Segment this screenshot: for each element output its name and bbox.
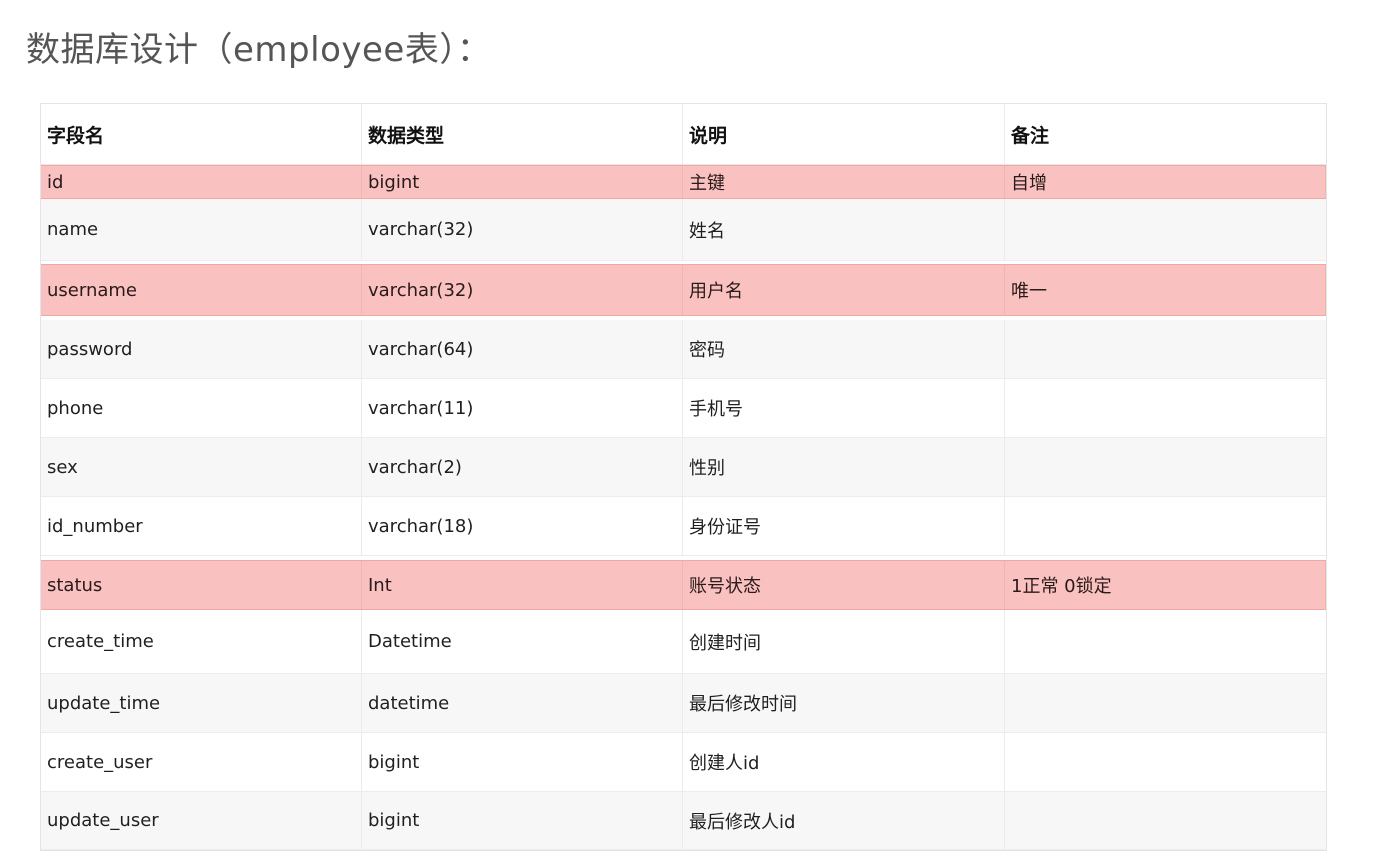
cell-field: id: [41, 166, 362, 198]
cell-note: 唯一: [1005, 265, 1326, 315]
cell-note: 1正常 0锁定: [1005, 561, 1326, 609]
cell-note: [1005, 497, 1326, 555]
cell-desc: 性别: [683, 438, 1005, 496]
page-title: 数据库设计（employee表）：: [26, 30, 492, 70]
cell-type: Datetime: [362, 610, 683, 673]
cell-field: phone: [41, 379, 362, 437]
cell-field: create_time: [41, 610, 362, 673]
table-row: create_user bigint 创建人id: [41, 733, 1326, 792]
cell-field: id_number: [41, 497, 362, 555]
cell-field: name: [41, 199, 362, 260]
cell-note: [1005, 792, 1326, 849]
cell-desc: 手机号: [683, 379, 1005, 437]
cell-field: update_user: [41, 792, 362, 849]
cell-field: sex: [41, 438, 362, 496]
cell-type: varchar(2): [362, 438, 683, 496]
cell-note: [1005, 674, 1326, 732]
cell-note: [1005, 379, 1326, 437]
cell-desc: 创建人id: [683, 733, 1005, 791]
cell-field: update_time: [41, 674, 362, 732]
header-note: 备注: [1011, 124, 1050, 147]
cell-note: [1005, 320, 1326, 378]
cell-note: [1005, 733, 1326, 791]
header-description: 说明: [683, 104, 1005, 164]
table-row: phone varchar(11) 手机号: [41, 379, 1326, 438]
cell-desc: 密码: [683, 320, 1005, 378]
cell-type: datetime: [362, 674, 683, 732]
cell-type: varchar(64): [362, 320, 683, 378]
cell-desc: 创建时间: [683, 610, 1005, 673]
table-row: id bigint 主键 自增: [41, 165, 1326, 199]
header-field-name: 字段名: [41, 104, 362, 164]
cell-desc: 姓名: [683, 199, 1005, 260]
cell-type: varchar(32): [362, 199, 683, 260]
cell-field: status: [41, 561, 362, 609]
cell-type: varchar(11): [362, 379, 683, 437]
cell-note: [1005, 610, 1326, 673]
table-row: update_time datetime 最后修改时间: [41, 674, 1326, 733]
cell-type: bigint: [362, 166, 683, 198]
cell-desc: 最后修改人id: [683, 792, 1005, 849]
table-row: username varchar(32) 用户名 唯一: [41, 264, 1326, 316]
cell-desc: 主键: [683, 166, 1005, 198]
cell-type: bigint: [362, 792, 683, 849]
cell-note: [1005, 438, 1326, 496]
cell-desc: 账号状态: [683, 561, 1005, 609]
cell-desc: 身份证号: [683, 497, 1005, 555]
table-row: name varchar(32) 姓名: [41, 199, 1326, 261]
cell-type: varchar(32): [362, 265, 683, 315]
cell-note: 自增: [1005, 166, 1326, 198]
cell-field: create_user: [41, 733, 362, 791]
table-header-row: 字段名 数据类型 说明 备注: [41, 104, 1326, 165]
table-row: update_user bigint 最后修改人id: [41, 792, 1326, 850]
table-row: sex varchar(2) 性别: [41, 438, 1326, 497]
cell-note: [1005, 199, 1326, 260]
table-row: status Int 账号状态 1正常 0锁定: [41, 560, 1326, 610]
cell-field: password: [41, 320, 362, 378]
table-row: password varchar(64) 密码: [41, 320, 1326, 379]
cell-type: varchar(18): [362, 497, 683, 555]
cell-type: bigint: [362, 733, 683, 791]
cell-desc: 最后修改时间: [683, 674, 1005, 732]
cell-type: Int: [362, 561, 683, 609]
table-row: id_number varchar(18) 身份证号: [41, 497, 1326, 556]
table-row: create_time Datetime 创建时间: [41, 610, 1326, 674]
cell-field: username: [41, 265, 362, 315]
employee-schema-table: 字段名 数据类型 说明 备注 id bigint 主键 自增 name varc…: [40, 103, 1327, 851]
header-data-type: 数据类型: [362, 104, 683, 164]
cell-desc: 用户名: [683, 265, 1005, 315]
